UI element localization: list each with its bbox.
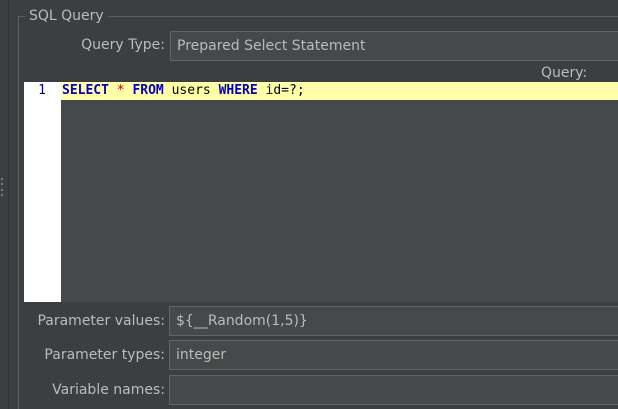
sql-star: * — [116, 83, 125, 98]
query-line[interactable]: SELECT * FROM users WHERE id=?; — [61, 82, 618, 100]
line-number-gutter: 1 — [24, 82, 61, 302]
group-title: SQL Query — [25, 6, 108, 26]
splitter-bar[interactable] — [0, 0, 9, 409]
query-type-select[interactable]: Prepared Select Statement — [170, 31, 618, 61]
sql-keyword-select: SELECT — [62, 83, 109, 98]
parameter-values-input[interactable]: ${__Random(1,5)} — [169, 306, 618, 336]
query-editor[interactable]: 1 SELECT * FROM users WHERE id=?; — [24, 82, 618, 302]
sql-table-name: users — [171, 83, 211, 98]
query-type-label: Query Type: — [81, 37, 165, 53]
parameter-types-input[interactable]: integer — [169, 340, 618, 370]
splitter-grip-icon[interactable] — [1, 178, 4, 196]
sql-query-panel: SQL Query Query Type: Prepared Select St… — [0, 0, 618, 409]
variable-names-label: Variable names: — [52, 382, 165, 398]
variable-names-input[interactable] — [169, 375, 618, 405]
sql-condition: id=?; — [265, 83, 305, 98]
line-number: 1 — [38, 83, 46, 98]
parameter-types-label: Parameter types: — [44, 347, 165, 363]
sql-keyword-where: WHERE — [218, 83, 258, 98]
sql-keyword-from: FROM — [132, 83, 164, 98]
query-label: Query: — [541, 65, 588, 81]
parameter-values-label: Parameter values: — [37, 313, 165, 329]
